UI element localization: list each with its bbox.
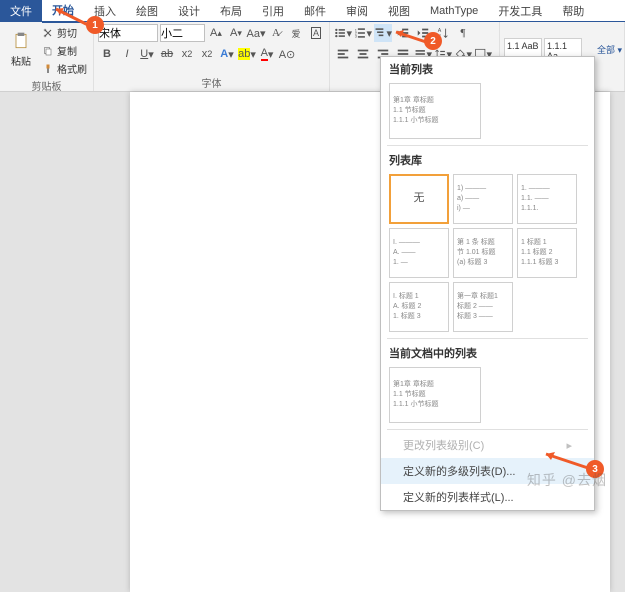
annotation-marker-1: 1 [86,16,104,34]
tab-review[interactable]: 审阅 [336,0,378,22]
svg-text:3: 3 [355,34,357,39]
tab-file[interactable]: 文件 [0,0,42,22]
tab-layout[interactable]: 布局 [210,0,252,22]
watermark: 知乎 @去烟 [527,470,607,490]
align-center-button[interactable] [354,45,372,63]
font-name-select[interactable] [98,24,158,42]
strikethrough-button[interactable]: ab [158,45,176,63]
annotation-arrow-3 [542,448,592,472]
list-thumb-lib1[interactable]: 1) ——— a) —— i) — [453,174,513,224]
change-case-button[interactable]: Aa▾ [247,24,265,42]
group-label-font: 字体 [98,74,325,91]
decrease-font-button[interactable]: A▾ [227,24,245,42]
tab-help[interactable]: 帮助 [552,0,594,22]
dd-section-doc: 当前文档中的列表 [381,341,594,363]
copy-button[interactable]: 复制 [40,42,89,59]
list-thumb-lib3[interactable]: I. ——— A. —— 1. — [389,228,449,278]
align-center-icon [356,47,370,61]
italic-button[interactable]: I [118,45,136,63]
numbering-button[interactable]: 123▾ [354,24,372,42]
font-color-button[interactable]: A▾ [258,45,276,63]
char-shading-button[interactable]: A⊙ [278,45,296,63]
underline-button[interactable]: U▾ [138,45,156,63]
list-thumb-lib4[interactable]: 第 1 条 标题节 1.01 标题(a) 标题 3 [453,228,513,278]
paste-label: 粘贴 [11,53,31,68]
list-thumb-lib5[interactable]: 1 标题 11.1 标题 21.1.1 标题 3 [517,228,577,278]
phonetic-guide-button[interactable]: 爱 [287,24,305,42]
multilevel-icon [374,26,386,40]
font-size-select[interactable] [160,24,205,42]
tab-mathtype[interactable]: MathType [420,2,488,20]
align-left-button[interactable] [334,45,352,63]
bullets-icon [334,26,346,40]
paste-button[interactable]: 粘贴 [4,24,38,74]
list-thumb-current[interactable]: 第1章 章标题 1.1 节标题 1.1.1 小节标题 [389,83,481,139]
superscript-button[interactable]: x2 [198,45,216,63]
separator [387,338,588,339]
tab-view[interactable]: 视图 [378,0,420,22]
format-painter-button[interactable]: 格式刷 [40,60,89,77]
clear-formatting-button[interactable]: A̷ [267,24,285,42]
copy-icon [42,45,54,57]
copy-label: 复制 [57,43,77,58]
bold-button[interactable]: B [98,45,116,63]
brush-icon [42,63,54,75]
tab-mail[interactable]: 邮件 [294,0,336,22]
numbering-icon: 123 [354,26,366,40]
style-preview: 1.1 AaB [507,41,539,51]
align-left-icon [336,47,350,61]
highlight-button[interactable]: ab▾ [238,45,256,63]
annotation-arrow-2 [392,28,428,46]
annotation-arrow-1 [50,5,90,30]
annotation-marker-2: 2 [424,32,442,50]
subscript-button[interactable]: x2 [178,45,196,63]
format-painter-label: 格式刷 [57,61,87,76]
paste-icon [11,31,31,51]
separator [387,145,588,146]
tab-references[interactable]: 引用 [252,0,294,22]
styles-allview[interactable]: 全部 ▾ [597,43,622,56]
multilevel-list-dropdown: 当前列表 第1章 章标题 1.1 节标题 1.1.1 小节标题 列表库 无 1)… [380,56,595,511]
group-clipboard: 粘贴 剪切 复制 格式刷 剪贴板 [0,22,94,91]
list-thumb-lib7[interactable]: 第一章 标题1标题 2 ——标题 3 —— [453,282,513,332]
tab-developer[interactable]: 开发工具 [488,0,552,22]
tab-draw[interactable]: 绘图 [126,0,168,22]
separator [387,429,588,430]
increase-font-button[interactable]: A▴ [207,24,225,42]
list-thumb-lib6[interactable]: I. 标题 1A. 标题 21. 标题 3 [389,282,449,332]
dd-section-library: 列表库 [381,148,594,170]
dd-section-current: 当前列表 [381,57,594,79]
enclose-chars-button[interactable]: A [307,24,325,42]
list-thumb-doc[interactable]: 第1章 章标题 1.1 节标题 1.1.1 小节标题 [389,367,481,423]
text-effects-button[interactable]: A▾ [218,45,236,63]
group-font: A▴ A▾ Aa▾ A̷ 爱 A B I U▾ ab x2 x2 A▾ ab▾ … [94,22,330,91]
bullets-button[interactable]: ▾ [334,24,352,42]
list-thumb-none[interactable]: 无 [389,174,449,224]
show-marks-button[interactable]: ¶ [454,24,472,42]
list-thumb-lib2[interactable]: 1. ——— 1.1. —— 1.1.1. [517,174,577,224]
multilevel-list-button[interactable]: ▾ [374,24,392,42]
tab-design[interactable]: 设计 [168,0,210,22]
